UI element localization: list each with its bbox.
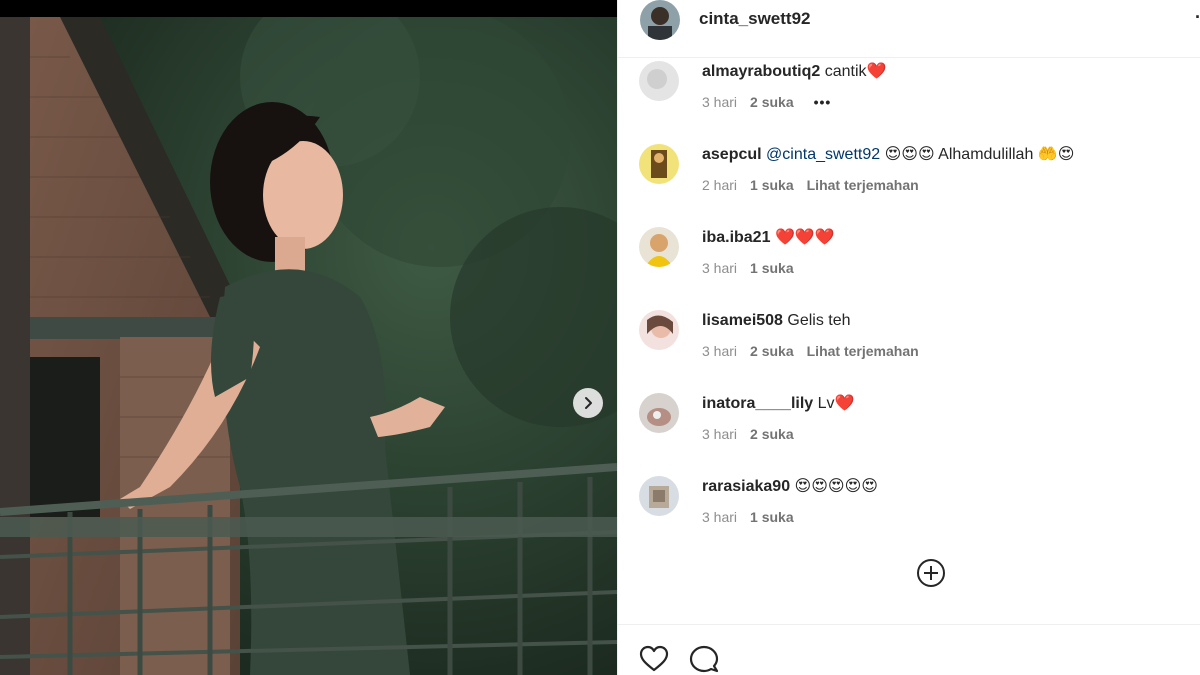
commenter-username[interactable]: almayraboutiq2 — [702, 63, 820, 80]
comment-text: lisamei508 Gelis teh — [702, 311, 851, 331]
comment-item: rarasiaka90 😍😍😍😍😍 3 hari 1 suka — [618, 473, 1200, 543]
comment-body: cantik❤️ — [824, 63, 887, 80]
comment-time: 3 hari — [702, 94, 738, 110]
author-avatar[interactable] — [640, 0, 680, 40]
comment-likes[interactable]: 2 suka — [750, 343, 794, 359]
next-photo-button[interactable] — [573, 388, 603, 418]
comment-time: 3 hari — [702, 343, 738, 359]
heart-icon — [639, 645, 669, 672]
commenter-avatar[interactable] — [639, 310, 679, 350]
comment-meta: 3 hari 1 suka — [702, 509, 794, 525]
comment-text: iba.iba21 ❤️❤️❤️ — [702, 228, 835, 248]
commenter-username[interactable]: iba.iba21 — [702, 229, 770, 246]
commenter-avatar[interactable] — [639, 393, 679, 433]
post-action-bar — [618, 624, 1200, 675]
comment-likes[interactable]: 1 suka — [750, 177, 794, 193]
comment-button[interactable] — [689, 644, 719, 674]
see-translation-link[interactable]: Lihat terjemahan — [807, 343, 919, 359]
comment-body: ❤️❤️❤️ — [774, 229, 835, 246]
comment-item: inatora____lily Lv❤️ 3 hari 2 suka — [618, 390, 1200, 460]
comment-options-button[interactable]: ••• — [814, 94, 832, 110]
comment-meta: 3 hari 2 suka ••• — [702, 94, 831, 110]
comment-time: 2 hari — [702, 177, 738, 193]
commenter-username[interactable]: rarasiaka90 — [702, 478, 790, 495]
comment-text: rarasiaka90 😍😍😍😍😍 — [702, 477, 878, 497]
comment-meta: 2 hari 1 suka Lihat terjemahan — [702, 177, 919, 193]
comment-text: inatora____lily Lv❤️ — [702, 394, 854, 414]
comment-text: almayraboutiq2 cantik❤️ — [702, 62, 886, 82]
comments-panel: cinta_swett92 . almayraboutiq2 cantik❤️ … — [617, 0, 1200, 675]
comment-likes[interactable]: 2 suka — [750, 94, 794, 110]
commenter-avatar[interactable] — [639, 227, 679, 267]
comment-item: iba.iba21 ❤️❤️❤️ 3 hari 1 suka — [618, 224, 1200, 294]
commenter-username[interactable]: inatora____lily — [702, 395, 813, 412]
comment-time: 3 hari — [702, 426, 738, 442]
comment-list: almayraboutiq2 cantik❤️ 3 hari 2 suka ••… — [618, 58, 1200, 623]
photo-top-bar — [0, 0, 617, 17]
commenter-avatar[interactable] — [639, 61, 679, 101]
comment-icon — [689, 645, 719, 673]
comment-body: Gelis teh — [787, 312, 851, 329]
commenter-avatar[interactable] — [639, 144, 679, 184]
comment-time: 3 hari — [702, 260, 738, 276]
commenter-username[interactable]: lisamei508 — [702, 312, 783, 329]
comment-body: Lv❤️ — [817, 395, 855, 412]
commenter-avatar[interactable] — [639, 476, 679, 516]
comment-time: 3 hari — [702, 509, 738, 525]
comment-meta: 3 hari 2 suka — [702, 426, 794, 442]
post-options-button[interactable]: . — [1195, 2, 1200, 23]
comment-likes[interactable]: 1 suka — [750, 260, 794, 276]
comment-likes[interactable]: 2 suka — [750, 426, 794, 442]
load-more-comments-button[interactable] — [916, 558, 946, 588]
comment-text: asepcul @cinta_swett92 😍😍😍 Alhamdulillah… — [702, 145, 1074, 165]
comment-meta: 3 hari 1 suka — [702, 260, 794, 276]
comment-item: almayraboutiq2 cantik❤️ 3 hari 2 suka ••… — [618, 58, 1200, 128]
see-translation-link[interactable]: Lihat terjemahan — [807, 177, 919, 193]
comment-body: 😍😍😍😍😍 — [794, 478, 878, 495]
post-image — [0, 17, 617, 675]
comment-item: asepcul @cinta_swett92 😍😍😍 Alhamdulillah… — [618, 141, 1200, 211]
chevron-right-icon — [585, 397, 592, 409]
comment-mention-link[interactable]: @cinta_swett92 — [766, 146, 880, 163]
post-header: cinta_swett92 . — [618, 0, 1200, 58]
comment-meta: 3 hari 2 suka Lihat terjemahan — [702, 343, 919, 359]
comment-likes[interactable]: 1 suka — [750, 509, 794, 525]
comment-body: 😍😍😍 Alhamdulillah 🤲😍 — [884, 146, 1075, 163]
like-button[interactable] — [639, 644, 669, 674]
post-photo — [0, 0, 617, 675]
commenter-username[interactable]: asepcul — [702, 146, 762, 163]
author-username[interactable]: cinta_swett92 — [699, 9, 811, 29]
comment-item: lisamei508 Gelis teh 3 hari 2 suka Lihat… — [618, 307, 1200, 377]
plus-circle-icon — [917, 559, 945, 587]
